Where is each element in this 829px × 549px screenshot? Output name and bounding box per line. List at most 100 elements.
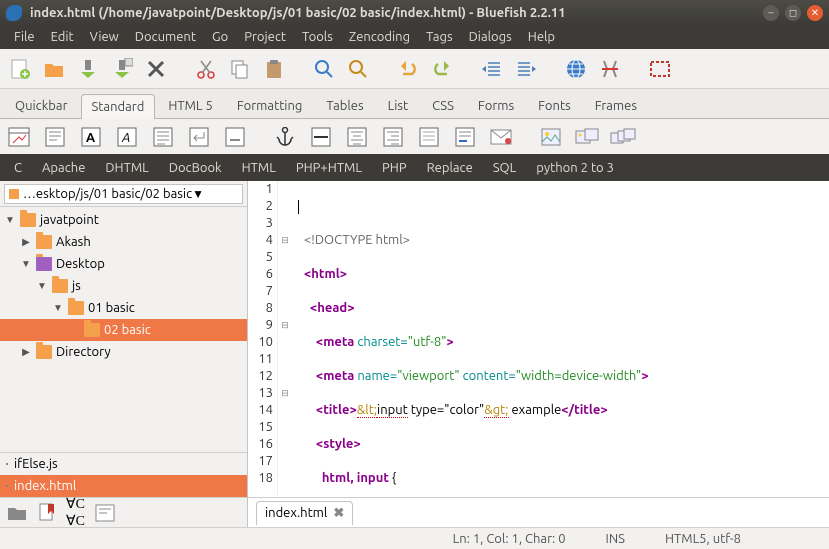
image-icon[interactable] xyxy=(538,126,564,148)
menu-tags[interactable]: Tags xyxy=(418,30,461,44)
multi-thumb-icon[interactable] xyxy=(610,126,636,148)
menu-go[interactable]: Go xyxy=(204,30,236,44)
lang-sql[interactable]: SQL xyxy=(483,161,527,175)
lang-replace[interactable]: Replace xyxy=(417,161,483,175)
unindent-icon[interactable] xyxy=(478,55,506,83)
redo-icon[interactable] xyxy=(428,55,456,83)
close-file-icon[interactable] xyxy=(142,55,170,83)
tab-standard[interactable]: Standard xyxy=(81,94,156,119)
tree-item[interactable]: ▼javatpoint xyxy=(0,209,247,231)
menu-edit[interactable]: Edit xyxy=(43,30,82,44)
menu-project[interactable]: Project xyxy=(236,30,294,44)
lang-dhtml[interactable]: DHTML xyxy=(95,161,158,175)
lang-phphtml[interactable]: PHP+HTML xyxy=(286,161,372,175)
cut-icon[interactable] xyxy=(192,55,220,83)
file-item[interactable]: index.html xyxy=(0,475,247,497)
tab-fonts[interactable]: Fonts xyxy=(527,93,582,118)
tab-forms[interactable]: Forms xyxy=(467,93,525,118)
tab-html5[interactable]: HTML 5 xyxy=(157,93,224,118)
sidebar: …esktop/js/01 basic/02 basic ▼ ▼javatpoi… xyxy=(0,181,248,527)
tab-css[interactable]: CSS xyxy=(421,93,465,118)
language-bar: C Apache DHTML DocBook HTML PHP+HTML PHP… xyxy=(0,155,829,181)
anchor-icon[interactable] xyxy=(272,126,298,148)
editor-tab-index[interactable]: index.html ✖ xyxy=(256,501,353,525)
tree-item[interactable]: 02 basic xyxy=(0,319,247,341)
file-item[interactable]: ifElse.js xyxy=(0,453,247,475)
fold-column[interactable]: ⊟⊟⊟ xyxy=(278,181,292,497)
comment-icon[interactable] xyxy=(416,126,442,148)
tree-item[interactable]: ▼01 basic xyxy=(0,297,247,319)
tree-item[interactable]: ▼Desktop xyxy=(0,253,247,275)
tree-item[interactable]: ▶Directory xyxy=(0,341,247,363)
svg-text:A: A xyxy=(121,131,130,145)
code-content[interactable]: <!DOCTYPE html> <html> <head> <meta char… xyxy=(292,181,829,497)
nbsp-icon[interactable] xyxy=(222,126,248,148)
lang-python[interactable]: python 2 to 3 xyxy=(526,161,624,175)
copy-icon[interactable] xyxy=(226,55,254,83)
center-icon[interactable] xyxy=(344,126,370,148)
hr-icon[interactable] xyxy=(308,126,334,148)
filebrowser-tab-icon[interactable] xyxy=(6,504,28,522)
tab-formatting[interactable]: Formatting xyxy=(226,93,314,118)
file-tree[interactable]: ▼javatpoint▶Akash▼Desktop▼js▼01 basic02 … xyxy=(0,207,247,452)
editor: 123456789101112131415161718 ⊟⊟⊟ <!DOCTYP… xyxy=(248,181,829,527)
line-gutter: 123456789101112131415161718 xyxy=(248,181,278,497)
minimize-button[interactable]: – xyxy=(763,5,779,21)
tab-list[interactable]: List xyxy=(377,93,420,118)
align-right-icon[interactable] xyxy=(380,126,406,148)
save-as-icon[interactable] xyxy=(108,55,136,83)
window-title: index.html (/home/javatpoint/Desktop/js/… xyxy=(30,6,757,20)
thumbnail-icon[interactable] xyxy=(574,126,600,148)
menu-view[interactable]: View xyxy=(82,30,127,44)
close-button[interactable]: ✕ xyxy=(807,5,823,21)
menu-zencoding[interactable]: Zencoding xyxy=(341,30,418,44)
break-icon[interactable] xyxy=(186,126,212,148)
body-icon[interactable] xyxy=(42,126,68,148)
status-insert: INS xyxy=(586,532,645,546)
menu-document[interactable]: Document xyxy=(127,30,204,44)
maximize-button[interactable]: ◻ xyxy=(785,5,801,21)
search-icon[interactable] xyxy=(310,55,338,83)
snippets-tab-icon[interactable] xyxy=(95,504,115,522)
tab-close-icon[interactable]: ✖ xyxy=(333,506,344,521)
bookmarks-tab-icon[interactable] xyxy=(38,503,56,523)
editor-tabs: index.html ✖ xyxy=(248,497,829,527)
file-list[interactable]: ifElse.jsindex.html xyxy=(0,452,247,497)
main-area: …esktop/js/01 basic/02 basic ▼ ▼javatpoi… xyxy=(0,181,829,527)
tab-tables[interactable]: Tables xyxy=(315,93,374,118)
new-file-icon[interactable] xyxy=(6,55,34,83)
lang-apache[interactable]: Apache xyxy=(32,161,95,175)
lang-docbook[interactable]: DocBook xyxy=(159,161,232,175)
search-replace-icon[interactable] xyxy=(344,55,372,83)
paragraph-icon[interactable] xyxy=(150,126,176,148)
indent-icon[interactable] xyxy=(512,55,540,83)
fullscreen-icon[interactable] xyxy=(646,55,674,83)
main-toolbar xyxy=(0,49,829,89)
browser-preview-icon[interactable] xyxy=(562,55,590,83)
tree-item[interactable]: ▼js xyxy=(0,275,247,297)
tab-quickbar[interactable]: Quickbar xyxy=(4,93,79,118)
sidebar-bottom-bar: ∀C∀C xyxy=(0,497,247,527)
tree-item[interactable]: ▶Akash xyxy=(0,231,247,253)
quickstart-icon[interactable] xyxy=(6,126,32,148)
menu-help[interactable]: Help xyxy=(520,30,563,44)
lang-c[interactable]: C xyxy=(4,161,32,175)
link-icon[interactable] xyxy=(452,126,478,148)
italic-icon[interactable]: A xyxy=(114,126,140,148)
charmap-tab-icon[interactable]: ∀C∀C xyxy=(66,496,85,528)
bold-icon[interactable]: A xyxy=(78,126,104,148)
preferences-icon[interactable] xyxy=(596,55,624,83)
tab-frames[interactable]: Frames xyxy=(584,93,648,118)
email-icon[interactable] xyxy=(488,126,514,148)
open-file-icon[interactable] xyxy=(40,55,68,83)
code-area[interactable]: 123456789101112131415161718 ⊟⊟⊟ <!DOCTYP… xyxy=(248,181,829,497)
menu-dialogs[interactable]: Dialogs xyxy=(461,30,520,44)
menu-tools[interactable]: Tools xyxy=(294,30,341,44)
path-input[interactable]: …esktop/js/01 basic/02 basic ▼ xyxy=(4,184,243,204)
undo-icon[interactable] xyxy=(394,55,422,83)
paste-icon[interactable] xyxy=(260,55,288,83)
save-icon[interactable] xyxy=(74,55,102,83)
menu-file[interactable]: File xyxy=(6,30,43,44)
lang-html[interactable]: HTML xyxy=(232,161,286,175)
lang-php[interactable]: PHP xyxy=(372,161,417,175)
